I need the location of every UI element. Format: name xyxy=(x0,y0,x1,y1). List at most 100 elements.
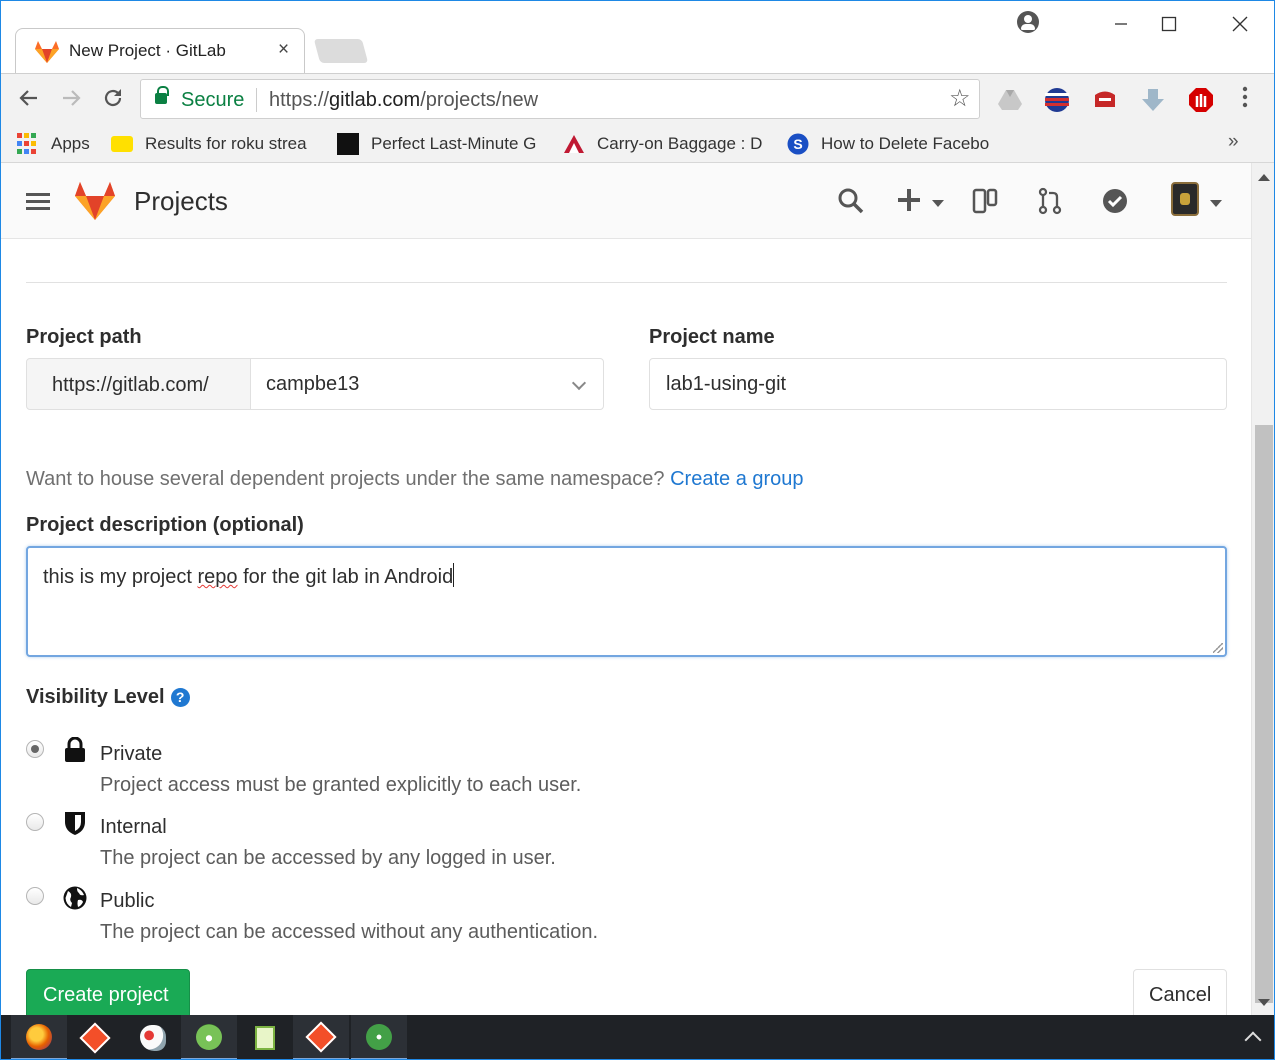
visibility-private-desc: Project access must be granted explicitl… xyxy=(100,774,582,796)
browser-tab[interactable]: New Project · GitLab × xyxy=(15,28,305,73)
visibility-internal-title: Internal xyxy=(100,816,167,838)
text-cursor xyxy=(453,563,455,587)
create-group-link[interactable]: Create a group xyxy=(670,468,803,490)
chevron-down-icon xyxy=(571,375,587,391)
forward-arrow-icon[interactable] xyxy=(57,86,85,117)
lock-icon xyxy=(65,737,85,762)
git-icon xyxy=(79,1022,111,1054)
scrollbar-thumb[interactable] xyxy=(1255,425,1273,1003)
browser-profile-icon[interactable] xyxy=(1017,11,1039,33)
visibility-public-radio[interactable] xyxy=(26,887,44,905)
description-label: Project description (optional) xyxy=(26,514,304,536)
issues-board-icon[interactable] xyxy=(971,187,999,215)
bookmark-label: Apps xyxy=(51,134,90,153)
minimize-icon[interactable] xyxy=(1101,9,1141,39)
firefox-icon xyxy=(26,1023,52,1050)
reload-icon[interactable] xyxy=(99,86,127,117)
bookmark-label: Carry-on Baggage : D xyxy=(597,134,763,153)
resize-handle[interactable] xyxy=(1213,643,1223,653)
cancel-button[interactable]: Cancel xyxy=(1133,969,1227,1015)
apps-grid-icon xyxy=(17,133,39,155)
gitlab-favicon-icon xyxy=(35,41,59,63)
bookmark-digg[interactable]: Perfect Last-Minute G xyxy=(337,130,543,158)
group-help-sentence: Want to house several dependent projects… xyxy=(26,468,665,490)
page-title: Projects xyxy=(134,186,228,216)
chevron-up-icon[interactable] xyxy=(1244,1031,1262,1049)
help-question-icon[interactable]: ? xyxy=(170,688,190,707)
namespace-value: campbe13 xyxy=(266,373,360,395)
visibility-internal-radio[interactable] xyxy=(26,813,44,831)
taskbar-atom[interactable] xyxy=(351,1015,407,1059)
plus-icon[interactable] xyxy=(896,187,922,213)
taskbar-git[interactable] xyxy=(67,1015,123,1059)
description-textarea[interactable]: this is my project repo for the git lab … xyxy=(26,546,1227,657)
project-name-input[interactable]: lab1-using-git xyxy=(649,358,1227,410)
title-bar: New Project · GitLab × xyxy=(1,1,1274,73)
s-icon: S xyxy=(787,133,809,155)
taskbar-firefox[interactable] xyxy=(11,1015,67,1059)
taskbar-git-2[interactable] xyxy=(293,1015,349,1059)
scroll-up-icon[interactable] xyxy=(1258,174,1270,181)
taskbar-paint[interactable] xyxy=(125,1015,181,1059)
url-text[interactable]: https://gitlab.com/projects/new xyxy=(269,89,538,112)
page-scrollbar[interactable] xyxy=(1251,163,1274,1015)
secure-label: Secure xyxy=(181,89,245,111)
bestbuy-icon xyxy=(111,136,133,152)
red-extension-icon[interactable] xyxy=(1092,87,1118,113)
create-project-button[interactable]: Create project xyxy=(26,969,190,1015)
scroll-down-icon[interactable] xyxy=(1258,999,1270,1006)
visibility-private-title: Private xyxy=(100,743,163,765)
git-icon xyxy=(305,1020,337,1053)
chevron-down-icon[interactable] xyxy=(932,200,944,207)
todo-check-icon[interactable] xyxy=(1101,187,1129,215)
browser-window: New Project · GitLab × Secure https://gi… xyxy=(0,0,1275,1060)
namespace-select[interactable]: campbe13 xyxy=(250,358,604,410)
visibility-public-desc: The project can be accessed without any … xyxy=(100,921,599,943)
search-icon[interactable] xyxy=(837,187,865,215)
address-bar[interactable]: Secure https://gitlab.com/projects/new ☆ xyxy=(140,79,980,119)
tab-title: New Project · GitLab xyxy=(69,41,226,60)
drive-extension-icon[interactable] xyxy=(997,87,1023,113)
gitlab-header: Projects xyxy=(1,163,1251,239)
atom-icon xyxy=(366,1023,392,1050)
close-window-icon[interactable] xyxy=(1220,9,1260,39)
digg-icon xyxy=(337,133,359,155)
url-path: /projects/new xyxy=(420,89,539,111)
globe-icon xyxy=(63,886,87,910)
taskbar-notepad[interactable] xyxy=(237,1015,293,1059)
hamburger-menu-icon[interactable] xyxy=(26,193,50,211)
bookmark-label: Results for roku strea xyxy=(145,134,307,153)
flag-extension-icon[interactable] xyxy=(1044,87,1070,113)
gitlab-logo-icon[interactable] xyxy=(73,181,117,221)
project-name-label: Project name xyxy=(649,326,775,348)
svg-text:S: S xyxy=(793,136,802,152)
browser-toolbar: Secure https://gitlab.com/projects/new ☆ xyxy=(1,73,1274,125)
address-separator xyxy=(256,88,257,112)
tab-close-icon[interactable]: × xyxy=(278,39,289,61)
bookmark-apps[interactable]: Apps xyxy=(17,130,90,158)
windows-taskbar xyxy=(1,1015,1274,1059)
chevron-down-icon[interactable] xyxy=(1210,200,1222,207)
visibility-level-label: Visibility Level? xyxy=(26,686,190,709)
bookmark-label: Perfect Last-Minute G xyxy=(371,134,537,153)
bookmark-delta[interactable]: Carry-on Baggage : D xyxy=(563,130,769,158)
browser-menu-icon[interactable] xyxy=(1235,86,1255,115)
taskbar-android-studio[interactable] xyxy=(181,1015,237,1059)
new-tab-button[interactable] xyxy=(313,39,369,63)
visibility-public-title: Public xyxy=(100,890,155,912)
back-arrow-icon[interactable] xyxy=(15,86,43,117)
merge-request-icon[interactable] xyxy=(1036,187,1064,215)
bookmark-bestbuy[interactable]: Results for roku strea xyxy=(111,130,315,158)
bookmark-star-icon[interactable]: ☆ xyxy=(949,84,971,113)
bookmark-facebook-howto[interactable]: S How to Delete Facebo xyxy=(787,130,989,158)
visibility-internal-desc: The project can be accessed by any logge… xyxy=(100,847,556,869)
visibility-level-text: Visibility Level xyxy=(26,686,165,708)
download-extension-icon[interactable] xyxy=(1140,87,1166,113)
delta-icon xyxy=(564,135,584,153)
user-avatar[interactable] xyxy=(1171,182,1199,216)
visibility-private-radio[interactable] xyxy=(26,740,44,758)
ublock-extension-icon[interactable] xyxy=(1188,87,1214,113)
bookmarks-overflow-icon[interactable]: » xyxy=(1228,131,1239,153)
maximize-icon[interactable] xyxy=(1149,9,1189,39)
description-misspelled-word: repo xyxy=(197,566,238,588)
